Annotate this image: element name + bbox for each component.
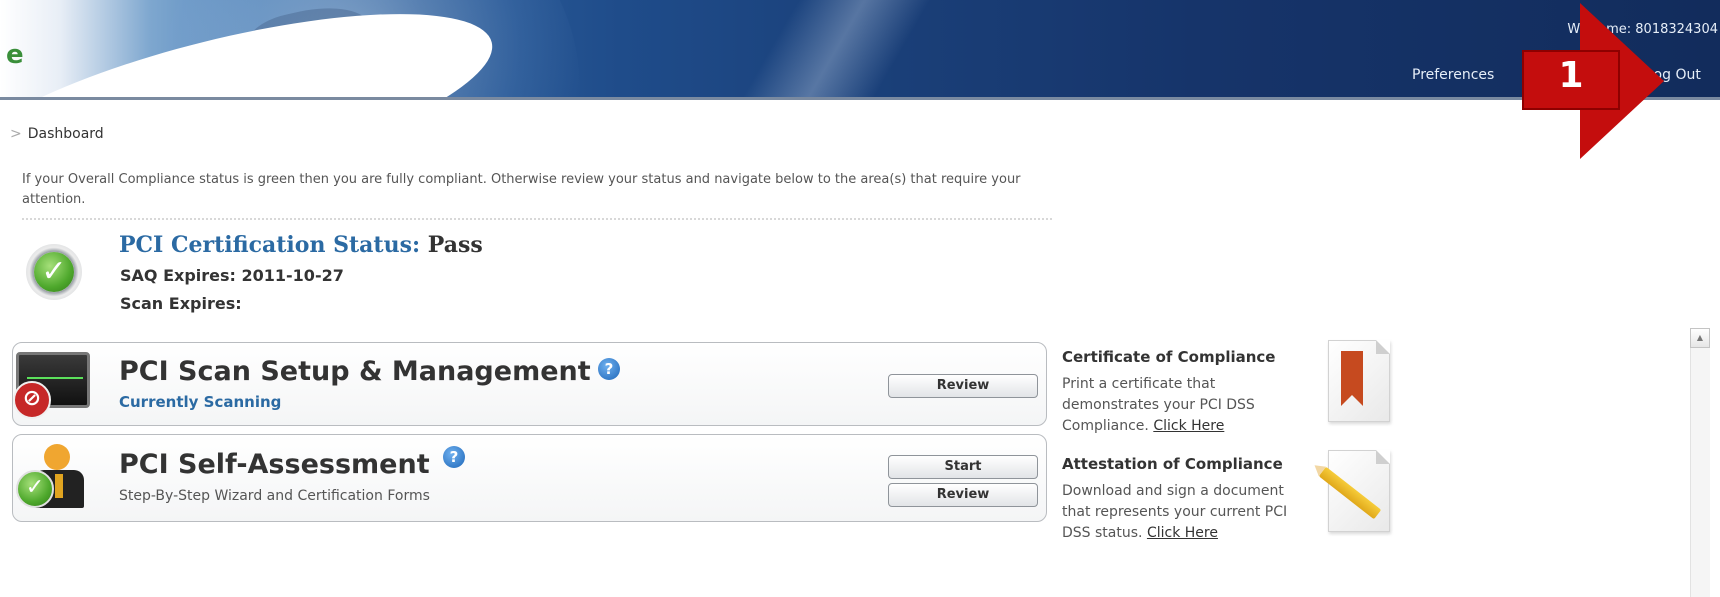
certificate-document-icon [1328, 340, 1390, 422]
header-divider [0, 97, 1720, 100]
saq-expires: SAQ Expires: 2011-10-27 [120, 266, 344, 285]
light-streak [700, 0, 960, 100]
certificate-link[interactable]: Click Here [1153, 418, 1224, 434]
self-assessment-review-button[interactable]: Review [888, 483, 1038, 507]
page-fold [1376, 340, 1390, 354]
annotation-number: 1 [1558, 55, 1584, 96]
breadcrumb: > Dashboard [10, 126, 104, 142]
monitor-wave [27, 377, 83, 379]
check-badge-icon: ✓ [16, 470, 54, 508]
certification-status-value: Pass [427, 232, 483, 258]
self-assessment-person-icon: ✓ [16, 444, 90, 510]
certificate-text: Print a certificate that demonstrates yo… [1062, 374, 1312, 437]
bookmark-ribbon [1341, 351, 1363, 406]
logo: e [6, 40, 24, 70]
vertical-scrollbar[interactable] [1690, 328, 1710, 597]
attestation-title: Attestation of Compliance [1062, 455, 1283, 473]
scan-setup-title[interactable]: PCI Scan Setup & Management [119, 356, 591, 387]
attestation-link[interactable]: Click Here [1147, 525, 1218, 541]
checkmark-icon: ✓ [41, 254, 67, 289]
scan-review-button[interactable]: Review [888, 374, 1038, 398]
preferences-link[interactable]: Preferences [1412, 67, 1494, 83]
attestation-pencil-document-icon [1318, 450, 1390, 532]
page-fold [1376, 450, 1390, 464]
scroll-up-arrow-icon[interactable]: ▲ [1690, 328, 1710, 348]
dotted-divider [22, 218, 1052, 220]
certificate-title: Certificate of Compliance [1062, 348, 1276, 366]
stop-icon: ⊘ [13, 381, 51, 419]
check-circle-inner: ✓ [34, 252, 74, 292]
certification-status-label: PCI Certification Status: [119, 232, 421, 258]
intro-text: If your Overall Compliance status is gre… [22, 172, 1021, 207]
person-tie [55, 474, 63, 498]
certification-status-title: PCI Certification Status: Pass [119, 232, 483, 258]
check-circle-icon: ✓ [26, 244, 82, 300]
self-assessment-subtitle: Step-By-Step Wizard and Certification Fo… [119, 488, 430, 504]
help-icon[interactable]: ? [443, 446, 465, 468]
header-banner [0, 0, 1720, 100]
self-assessment-start-button[interactable]: Start [888, 455, 1038, 479]
attestation-text: Download and sign a document that repres… [1062, 481, 1312, 544]
help-icon[interactable]: ? [598, 358, 620, 380]
person-head [44, 444, 70, 470]
pencil-icon [1318, 466, 1382, 520]
breadcrumb-chevron-icon: > [10, 126, 22, 142]
self-assessment-title[interactable]: PCI Self-Assessment [119, 449, 430, 480]
scan-expires: Scan Expires: [120, 294, 242, 313]
scan-monitor-icon: ⊘ [13, 352, 90, 419]
scan-status-subtitle: Currently Scanning [119, 393, 282, 411]
breadcrumb-dashboard[interactable]: Dashboard [28, 126, 104, 142]
